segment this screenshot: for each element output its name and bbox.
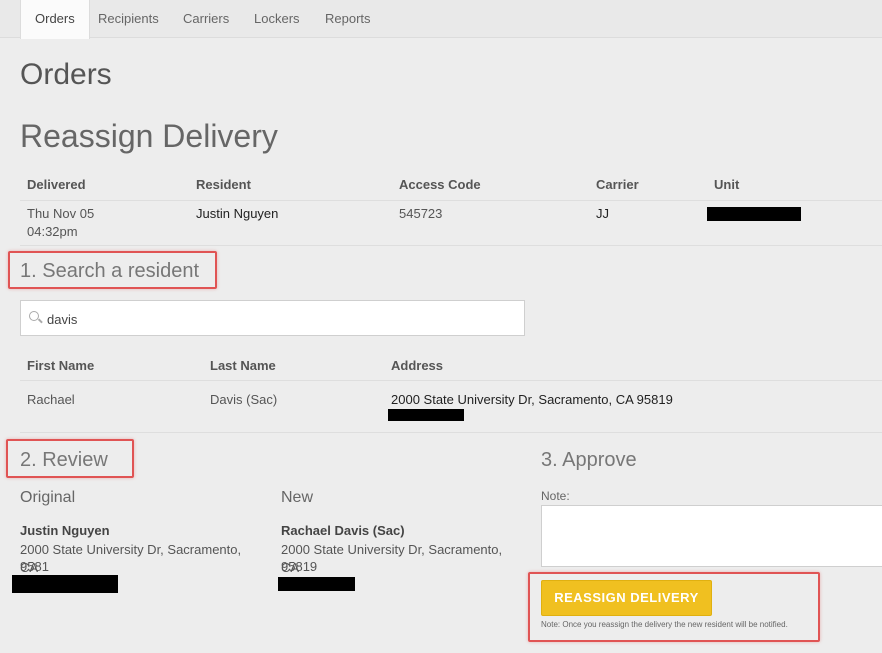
col-header-last-name: Last Name bbox=[210, 358, 276, 373]
section-title: Reassign Delivery bbox=[20, 118, 278, 154]
access-code: 545723 bbox=[399, 206, 443, 221]
top-nav: Orders Recipients Carriers Lockers Repor… bbox=[0, 0, 882, 39]
tab-lockers[interactable]: Lockers bbox=[240, 0, 314, 38]
result-address: 2000 State University Dr, Sacramento, CA… bbox=[391, 392, 673, 407]
col-header-access-code: Access Code bbox=[399, 177, 481, 192]
unit-redacted bbox=[707, 207, 801, 221]
highlight-step2 bbox=[6, 439, 134, 478]
address-redacted bbox=[388, 409, 464, 421]
search-input[interactable] bbox=[47, 309, 517, 329]
note-label: Note: bbox=[541, 489, 570, 503]
result-last-name: Davis (Sac) bbox=[210, 392, 278, 407]
original-name: Justin Nguyen bbox=[20, 523, 110, 538]
carrier: JJ bbox=[596, 206, 609, 221]
tab-reports[interactable]: Reports bbox=[311, 0, 385, 38]
new-redacted bbox=[278, 577, 355, 591]
highlight-step3 bbox=[528, 572, 820, 642]
tab-recipients[interactable]: Recipients bbox=[84, 0, 173, 38]
table-divider bbox=[20, 245, 882, 246]
table-divider bbox=[20, 432, 882, 433]
col-header-delivered: Delivered bbox=[27, 177, 86, 192]
original-label: Original bbox=[20, 489, 76, 506]
highlight-step1 bbox=[8, 251, 217, 289]
resident-name: Justin Nguyen bbox=[196, 206, 279, 221]
delivered-date: Thu Nov 05 bbox=[27, 206, 95, 221]
original-address-line2: 9581 bbox=[20, 559, 49, 574]
note-textarea[interactable] bbox=[541, 505, 882, 567]
step3-title: 3. Approve bbox=[541, 449, 637, 471]
col-header-carrier: Carrier bbox=[596, 177, 639, 192]
page-title: Orders bbox=[20, 58, 112, 91]
new-label: New bbox=[281, 489, 314, 506]
col-header-first-name: First Name bbox=[27, 358, 95, 373]
col-header-address: Address bbox=[391, 358, 444, 373]
resident-search bbox=[20, 300, 525, 336]
table-divider bbox=[20, 200, 882, 201]
col-header-resident: Resident bbox=[196, 177, 251, 192]
original-redacted bbox=[12, 575, 118, 593]
tab-orders[interactable]: Orders bbox=[20, 0, 90, 39]
new-address-line2: 95819 bbox=[281, 559, 318, 574]
delivered-time: 04:32pm bbox=[27, 224, 78, 239]
table-divider bbox=[20, 380, 882, 381]
col-header-unit: Unit bbox=[714, 177, 740, 192]
search-icon bbox=[29, 311, 39, 321]
new-name: Rachael Davis (Sac) bbox=[281, 523, 405, 538]
tab-carriers[interactable]: Carriers bbox=[169, 0, 243, 38]
result-first-name: Rachael bbox=[27, 392, 75, 407]
